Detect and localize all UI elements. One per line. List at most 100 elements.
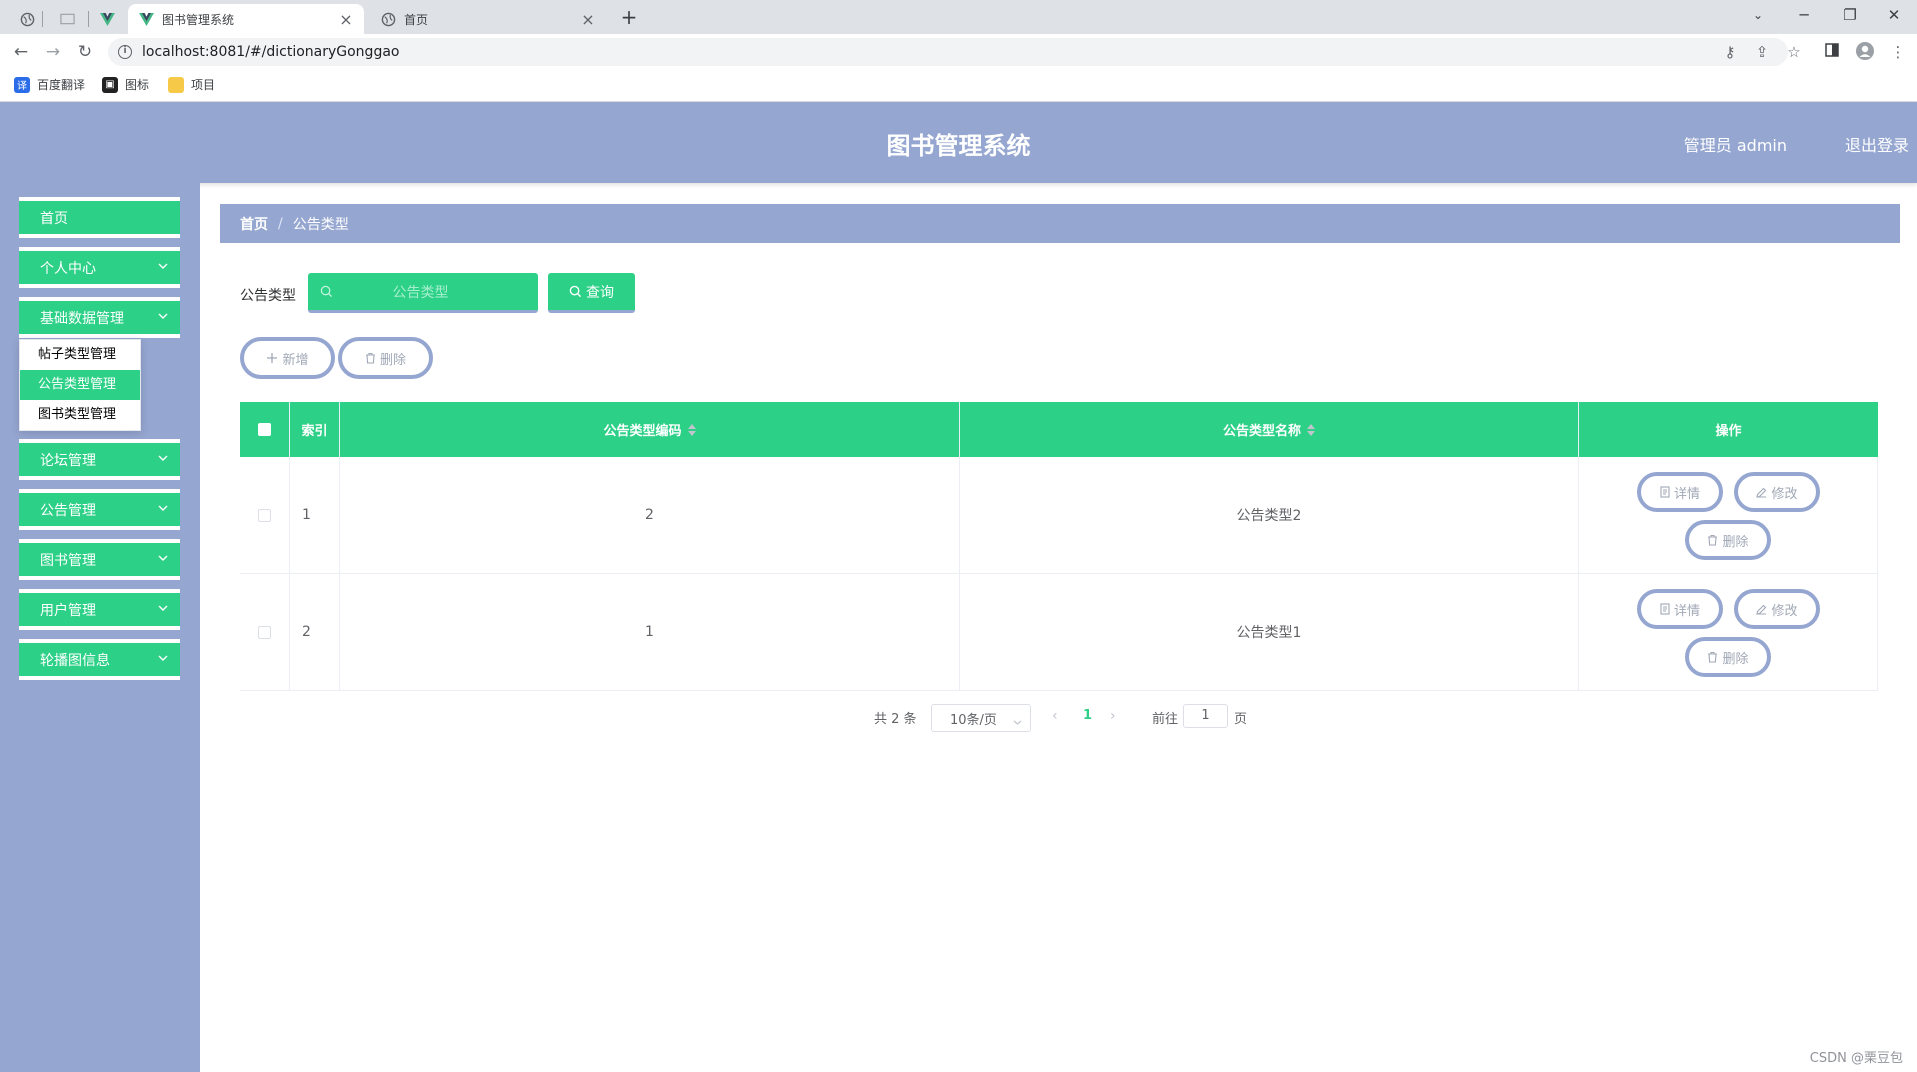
chevron-down-icon xyxy=(1013,714,1022,729)
reload-icon[interactable]: ↻ xyxy=(74,41,96,63)
close-tab-icon[interactable]: × xyxy=(580,10,596,29)
restore-button[interactable]: ❐ xyxy=(1827,2,1873,28)
minimize-button[interactable]: ─ xyxy=(1781,2,1827,28)
sidebar-item-label: 论坛管理 xyxy=(40,452,96,469)
select-all-checkbox[interactable] xyxy=(240,402,290,457)
sidebar-item-notice[interactable]: 公告管理 xyxy=(19,489,180,530)
sort-icon[interactable] xyxy=(1307,423,1315,436)
tab-globe-1[interactable] xyxy=(14,4,40,34)
address-bar: ← → ↻ i localhost:8081/#/dictionaryGongg… xyxy=(0,34,1917,70)
query-button[interactable]: 查询 xyxy=(548,273,635,313)
document-icon xyxy=(1660,603,1670,615)
table-row: 1 2 公告类型2 详情 修改 删除 xyxy=(240,457,1878,574)
current-user: 管理员 admin xyxy=(1683,136,1787,155)
page-suffix-label: 页 xyxy=(1234,712,1248,727)
row-checkbox[interactable] xyxy=(240,457,290,573)
vue-icon xyxy=(99,12,115,26)
tab-title: 图书管理系统 xyxy=(162,12,235,27)
trash-icon xyxy=(365,352,375,364)
edit-pencil-icon xyxy=(1756,487,1767,498)
pagination: 共 2 条 10条/页 ‹ 1 › 前往 1 页 xyxy=(0,702,1917,732)
sort-icon[interactable] xyxy=(687,423,696,436)
chevron-down-icon xyxy=(156,451,170,465)
tab-title: 首页 xyxy=(404,12,429,27)
sidebar-item-users[interactable]: 用户管理 xyxy=(19,589,180,630)
bookmark-project-folder[interactable]: 项目 xyxy=(168,76,215,93)
trash-icon xyxy=(1708,534,1718,546)
tab-home[interactable]: 首页 × xyxy=(370,4,606,34)
submenu-item-book-type[interactable]: 图书类型管理 xyxy=(20,400,140,430)
sidebar-item-label: 基础数据管理 xyxy=(40,310,124,327)
forward-arrow-icon[interactable]: → xyxy=(42,41,64,63)
search-input[interactable]: 公告类型 xyxy=(308,273,538,313)
cell-index: 1 xyxy=(290,457,340,573)
logout-link[interactable]: 退出登录 xyxy=(1845,132,1909,156)
plus-icon xyxy=(267,353,278,363)
close-tab-icon[interactable]: × xyxy=(338,10,354,29)
sidebar-item-basic-data[interactable]: 基础数据管理 xyxy=(19,297,180,338)
sidebar-item-personal-center[interactable]: 个人中心 xyxy=(19,247,180,288)
bookmarks-bar: 译 百度翻译 ▣ 图标 项目 xyxy=(0,70,1917,102)
tab-library-system[interactable]: 图书管理系统 × xyxy=(128,4,364,34)
goto-label: 前往 xyxy=(1152,712,1179,727)
header-code[interactable]: 公告类型编码 xyxy=(340,402,960,457)
sidebar-item-carousel[interactable]: 轮播图信息 xyxy=(19,639,180,680)
page-icon xyxy=(59,13,75,25)
edit-button[interactable]: 修改 xyxy=(1734,589,1820,629)
header-name[interactable]: 公告类型名称 xyxy=(960,402,1579,457)
detail-label: 详情 xyxy=(1673,603,1700,619)
header-index: 索引 xyxy=(290,402,340,457)
key-icon[interactable]: ⚷ xyxy=(1720,42,1740,62)
add-button[interactable]: 新增 xyxy=(240,337,335,379)
row-checkbox[interactable] xyxy=(240,574,290,690)
bookmark-icons[interactable]: ▣ 图标 xyxy=(102,76,149,93)
info-icon[interactable]: i xyxy=(118,45,132,59)
new-tab-button[interactable]: + xyxy=(616,6,642,28)
url-field[interactable]: i localhost:8081/#/dictionaryGonggao xyxy=(108,38,1788,66)
star-icon[interactable]: ☆ xyxy=(1784,42,1804,62)
page-size-value: 10条/页 xyxy=(950,712,997,728)
tab-blank[interactable] xyxy=(54,4,80,34)
breadcrumb-home[interactable]: 首页 xyxy=(240,214,268,234)
submenu-item-post-type[interactable]: 帖子类型管理 xyxy=(20,340,140,370)
sidebar-item-forum[interactable]: 论坛管理 xyxy=(19,439,180,480)
header-name-label: 公告类型名称 xyxy=(1222,424,1301,439)
profile-avatar-icon[interactable] xyxy=(1855,42,1875,62)
back-arrow-icon[interactable]: ← xyxy=(10,41,32,63)
globe-icon xyxy=(380,11,396,27)
edit-pencil-icon xyxy=(1756,604,1767,615)
prev-page-button[interactable]: ‹ xyxy=(1052,708,1058,724)
close-window-button[interactable]: ✕ xyxy=(1871,2,1917,28)
sidebar-item-home[interactable]: 首页 xyxy=(19,197,180,238)
cell-ops: 详情 修改 删除 xyxy=(1579,574,1878,690)
breadcrumb: 首页 / 公告类型 xyxy=(220,204,1900,243)
submenu-item-notice-type[interactable]: 公告类型管理 xyxy=(20,370,140,400)
delete-label: 删除 xyxy=(1722,534,1749,550)
header-ops: 操作 xyxy=(1715,424,1742,439)
share-icon[interactable]: ⇪ xyxy=(1752,42,1772,62)
page-size-select[interactable]: 10条/页 xyxy=(931,704,1031,732)
sidepanel-icon[interactable] xyxy=(1822,42,1842,62)
edit-label: 修改 xyxy=(1771,486,1798,502)
table-header: 索引 公告类型编码 公告类型名称 操作 xyxy=(240,402,1878,457)
detail-button[interactable]: 详情 xyxy=(1637,472,1723,512)
bulk-delete-button[interactable]: 删除 xyxy=(338,337,433,379)
bookmark-baidu-translate[interactable]: 译 百度翻译 xyxy=(14,76,85,93)
globe-icon xyxy=(20,12,34,26)
tab-vue-1[interactable] xyxy=(94,4,120,34)
next-page-button[interactable]: › xyxy=(1110,708,1116,724)
chevron-down-icon xyxy=(156,651,170,665)
delete-row-button[interactable]: 删除 xyxy=(1685,637,1771,677)
detail-button[interactable]: 详情 xyxy=(1637,589,1723,629)
page-jump-input[interactable]: 1 xyxy=(1183,704,1228,728)
edit-button[interactable]: 修改 xyxy=(1734,472,1820,512)
menu-kebab-icon[interactable]: ⋮ xyxy=(1888,42,1908,62)
chevron-down-icon xyxy=(156,259,170,273)
chevron-down-icon xyxy=(156,309,170,323)
sidebar-item-books[interactable]: 图书管理 xyxy=(19,539,180,580)
page-number-current[interactable]: 1 xyxy=(1083,708,1092,723)
trash-icon xyxy=(1708,651,1718,663)
delete-row-button[interactable]: 删除 xyxy=(1685,520,1771,560)
tab-search-icon[interactable]: ⌄ xyxy=(1735,2,1781,28)
add-button-label: 新增 xyxy=(282,352,309,368)
